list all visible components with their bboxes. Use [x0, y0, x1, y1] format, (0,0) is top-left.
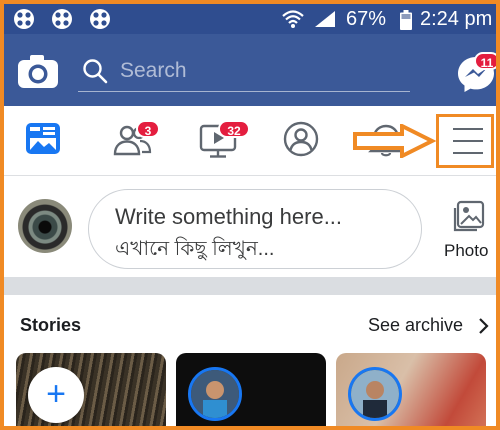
battery-icon: [400, 10, 412, 30]
search-placeholder: Search: [120, 59, 187, 82]
section-divider: [4, 277, 496, 295]
post-prompt-english: Write something here...: [115, 204, 343, 229]
photo-icon: [453, 200, 485, 232]
status-bar: 67% 2:24 pm: [4, 4, 496, 34]
hamburger-menu-icon: [453, 152, 483, 154]
app-notification-icon: [14, 9, 34, 29]
search-bar[interactable]: Search: [78, 50, 410, 92]
hamburger-menu-icon: [453, 140, 483, 142]
messenger-badge: 11: [474, 52, 496, 70]
avatar[interactable]: [18, 199, 72, 253]
profile-icon[interactable]: [282, 120, 320, 158]
story-card[interactable]: [176, 353, 326, 426]
annotation-arrow: [353, 124, 436, 158]
signal-icon: [315, 11, 335, 27]
hamburger-menu-button[interactable]: [436, 114, 494, 168]
post-input[interactable]: Write something here... এখানে কিছু লিখুন…: [88, 189, 422, 269]
story-avatar: [188, 367, 242, 421]
post-prompt-bengali: এখানে কিছু লিখুন...: [115, 238, 275, 260]
clock: 2:24 pm: [420, 8, 493, 30]
wifi-icon: [282, 10, 304, 28]
camera-icon[interactable]: [18, 54, 58, 88]
battery-percent: 67%: [346, 8, 387, 30]
stories-title: Stories: [20, 315, 82, 335]
add-story-button[interactable]: +: [28, 367, 84, 423]
post-composer: Write something here... এখানে কিছু লিখুন…: [4, 177, 496, 277]
hamburger-menu-icon: [453, 128, 483, 130]
story-avatar-image: [351, 370, 399, 418]
top-header: Search 11: [4, 34, 496, 106]
watch-badge: 32: [218, 120, 250, 138]
story-card[interactable]: [336, 353, 486, 426]
story-avatar: [348, 367, 402, 421]
app-notification-icon: [52, 9, 72, 29]
friend-requests-badge: 3: [136, 120, 160, 138]
see-archive-link[interactable]: See archive: [368, 315, 463, 336]
chevron-right-icon[interactable]: [478, 317, 490, 335]
stories-section: Stories See archive +: [4, 295, 496, 426]
app-notification-icon: [90, 9, 110, 29]
app-frame: 67% 2:24 pm Search 11 3 32 Write somethi…: [4, 4, 496, 426]
photo-button[interactable]: Photo: [438, 195, 496, 265]
story-avatar-image: [191, 370, 239, 418]
tab-bar: 3 32: [4, 106, 496, 176]
news-feed-icon[interactable]: [24, 120, 62, 158]
search-icon: [83, 59, 108, 84]
photo-label: Photo: [444, 241, 489, 260]
